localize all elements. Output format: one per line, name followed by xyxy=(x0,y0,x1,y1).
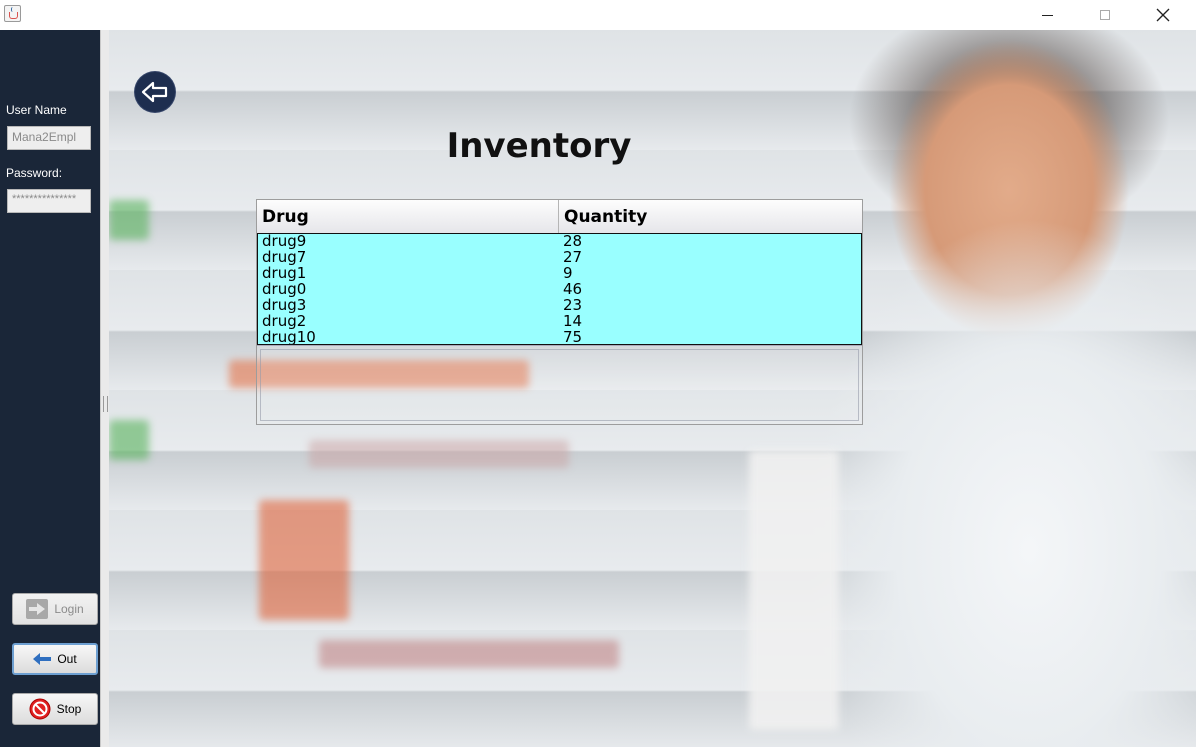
quantity-cell: 75 xyxy=(563,330,583,345)
java-cup-icon xyxy=(4,5,21,22)
table-empty-area xyxy=(257,345,862,424)
drug-cell: drug7 xyxy=(262,250,307,266)
table-header: Drug Quantity xyxy=(257,200,862,234)
quantity-cell: 14 xyxy=(563,314,583,330)
login-button-label: Login xyxy=(54,602,84,616)
drug-cell: drug3 xyxy=(262,298,307,314)
table-body: drug9 28 drug7 27 drug1 9 drug0 46 drug3… xyxy=(257,233,862,345)
stop-button-label: Stop xyxy=(56,702,82,716)
out-button[interactable]: Out xyxy=(12,643,98,675)
window-title-bar xyxy=(0,0,1196,30)
maximize-button[interactable] xyxy=(1076,0,1134,30)
stop-icon xyxy=(29,698,51,720)
table-row[interactable]: drug1 9 xyxy=(258,266,861,282)
left-arrow-icon xyxy=(33,653,52,665)
stop-button[interactable]: Stop xyxy=(12,693,98,725)
drug-cell: drug0 xyxy=(262,282,307,298)
back-button[interactable] xyxy=(135,72,175,112)
drug-cell: drug10 xyxy=(262,330,316,345)
maximize-icon xyxy=(1100,10,1110,20)
username-field[interactable]: Mana2Empl xyxy=(7,126,91,150)
login-button[interactable]: Login xyxy=(12,593,98,625)
login-arrow-icon xyxy=(26,599,49,619)
quantity-cell: 23 xyxy=(563,298,583,314)
table-row[interactable]: drug10 75 xyxy=(258,330,861,345)
drug-cell: drug9 xyxy=(262,234,307,250)
split-pane-divider[interactable] xyxy=(100,30,109,747)
quantity-cell: 46 xyxy=(563,282,583,298)
quantity-cell: 9 xyxy=(563,266,573,282)
table-row[interactable]: drug9 28 xyxy=(258,234,861,250)
close-icon xyxy=(1156,8,1170,22)
close-button[interactable] xyxy=(1134,0,1192,30)
inventory-panel: Inventory Drug Quantity drug9 28 drug7 2… xyxy=(109,30,1196,747)
column-header-quantity[interactable]: Quantity xyxy=(559,200,862,233)
table-row[interactable]: drug7 27 xyxy=(258,250,861,266)
back-arrow-icon xyxy=(141,81,168,103)
quantity-cell: 28 xyxy=(563,234,583,250)
login-sidebar: User Name Mana2Empl Password: **********… xyxy=(0,30,100,747)
table-row[interactable]: drug0 46 xyxy=(258,282,861,298)
drug-cell: drug1 xyxy=(262,266,307,282)
table-row[interactable]: drug2 14 xyxy=(258,314,861,330)
out-button-label: Out xyxy=(57,652,77,666)
column-header-drug[interactable]: Drug xyxy=(257,200,559,233)
drug-cell: drug2 xyxy=(262,314,307,330)
quantity-cell: 27 xyxy=(563,250,583,266)
page-title: Inventory xyxy=(446,126,632,166)
inventory-table: Drug Quantity drug9 28 drug7 27 drug1 9 … xyxy=(256,199,863,425)
minimize-button[interactable] xyxy=(1018,0,1076,30)
password-label: Password: xyxy=(6,166,63,180)
password-field[interactable]: *************** xyxy=(7,189,91,213)
minimize-icon xyxy=(1041,14,1053,16)
username-label: User Name xyxy=(6,103,67,117)
table-row[interactable]: drug3 23 xyxy=(258,298,861,314)
